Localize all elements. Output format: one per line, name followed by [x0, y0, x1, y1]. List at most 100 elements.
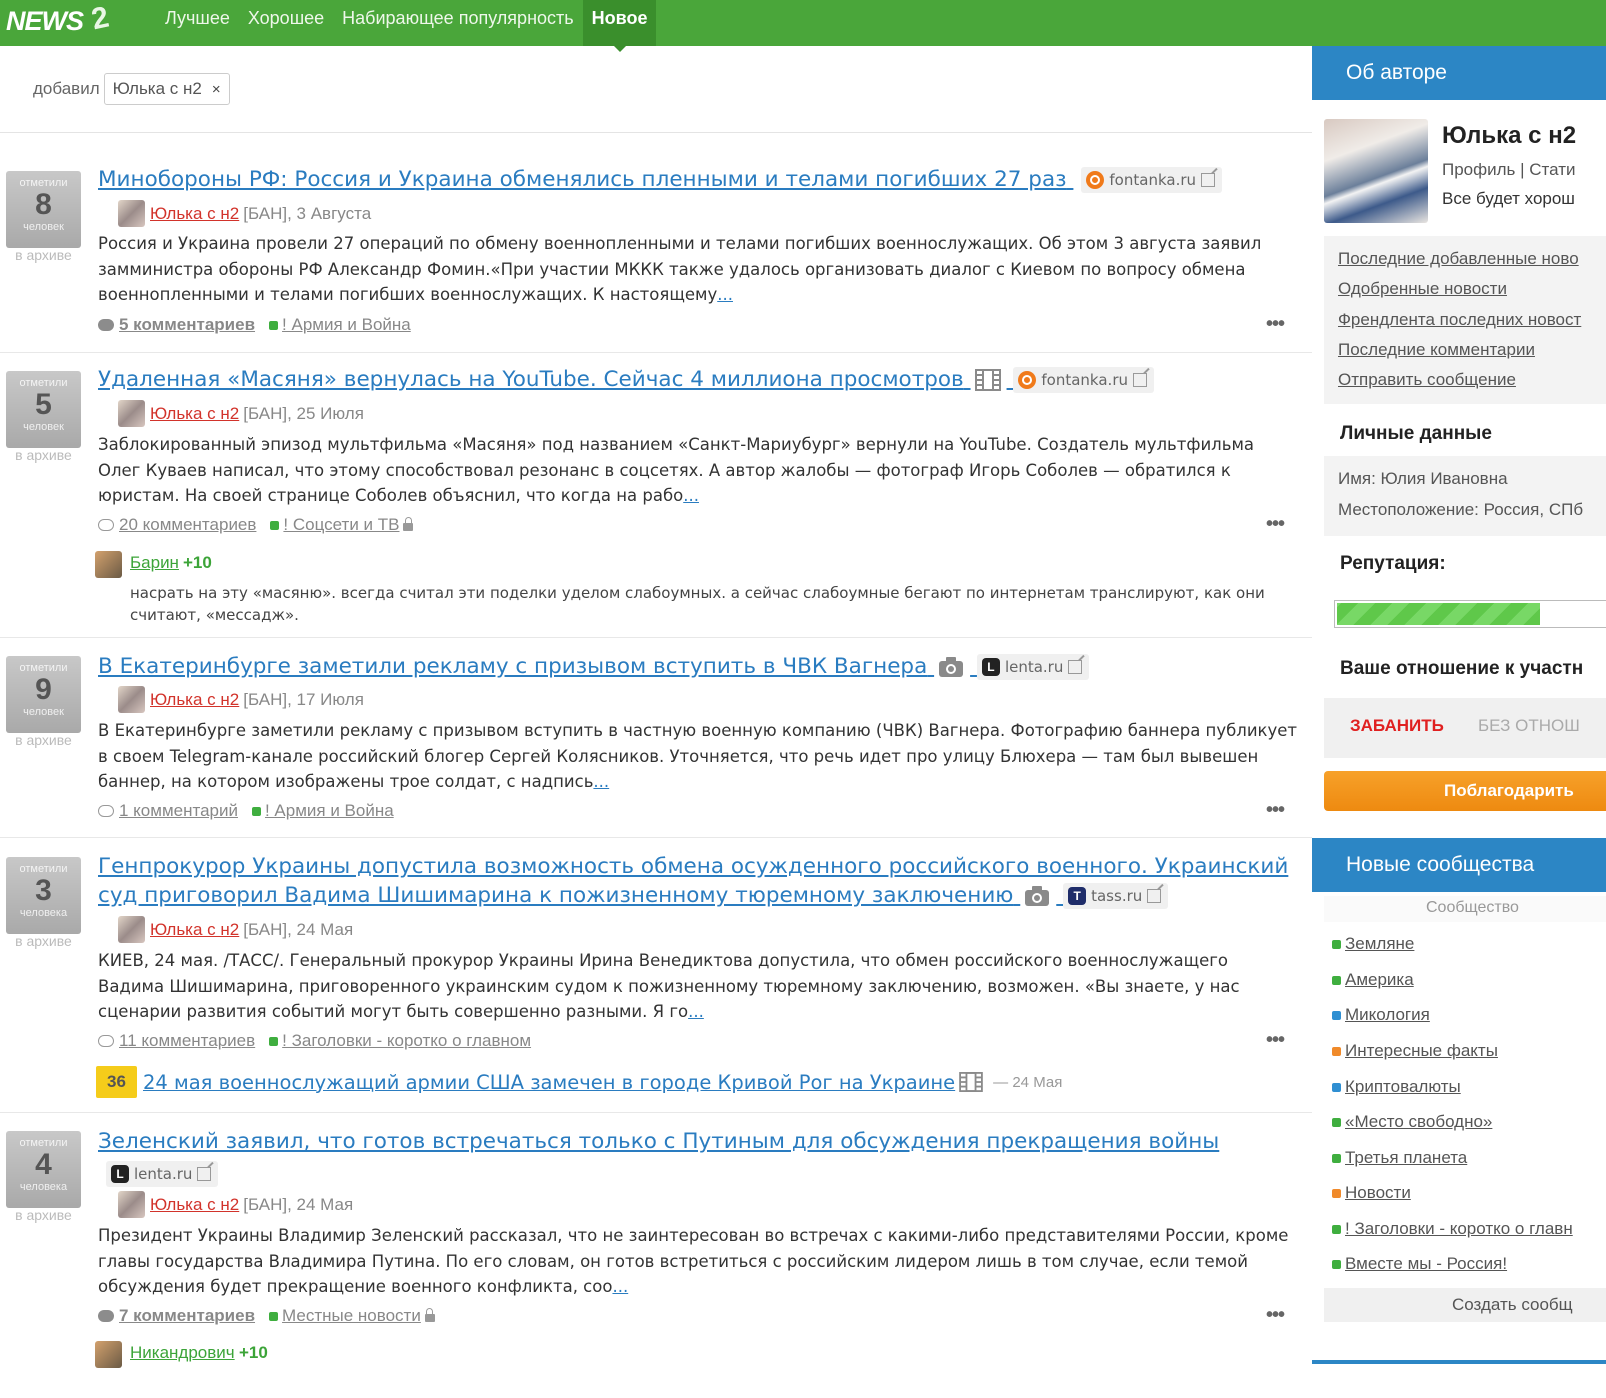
- vote-box[interactable]: отметили 9 человек: [6, 656, 81, 733]
- source-link[interactable]: L lenta.ru: [976, 654, 1090, 680]
- vote-box[interactable]: отметили 8 человек: [6, 171, 81, 248]
- news-title-link[interactable]: Минобороны РФ: Россия и Украина обменяли…: [98, 167, 1067, 192]
- archive-link[interactable]: в архиве: [6, 732, 81, 748]
- community-item[interactable]: ! Заголовки - коротко о главн: [1332, 1219, 1573, 1239]
- community-item[interactable]: Вместе мы - Россия!: [1332, 1254, 1507, 1274]
- avatar[interactable]: [95, 1341, 122, 1368]
- news-title-link[interactable]: Зеленский заявил, что готов встречаться …: [98, 1129, 1219, 1154]
- community-item[interactable]: Новости: [1332, 1183, 1411, 1203]
- read-more-link[interactable]: ...: [688, 1002, 704, 1021]
- vote-box[interactable]: отметили 5 человек: [6, 371, 81, 448]
- author-link[interactable]: Юлька с н2: [150, 690, 239, 710]
- avatar[interactable]: [118, 686, 145, 713]
- source-link[interactable]: T tass.ru: [1063, 883, 1169, 909]
- archive-link[interactable]: в архиве: [6, 933, 81, 949]
- category-link[interactable]: ! Заголовки - коротко о главном: [269, 1031, 531, 1051]
- news-item: отметили 8 человек в архиве Минобороны Р…: [0, 133, 1312, 353]
- archive-link[interactable]: в архиве: [6, 1207, 81, 1223]
- vote-label-bottom: человек: [23, 421, 64, 433]
- create-community-button[interactable]: Создать сообщ: [1324, 1288, 1606, 1322]
- related-news: 36 24 мая военнослужащий армии США замеч…: [96, 1066, 1062, 1098]
- vote-box[interactable]: отметили 3 человека: [6, 857, 81, 934]
- filter-chip[interactable]: Юлька с н2 ×: [103, 73, 230, 105]
- more-options-icon[interactable]: •••: [1266, 799, 1285, 822]
- nav-rising[interactable]: Набирающее популярность: [333, 0, 582, 46]
- news-title-link[interactable]: Удаленная «Масяня» вернулась на YouTube.…: [98, 367, 964, 392]
- community-item[interactable]: Микология: [1332, 1005, 1430, 1025]
- comment-score: +10: [239, 1343, 268, 1362]
- source-link[interactable]: fontanka.ru: [1013, 367, 1154, 393]
- category-link[interactable]: ! Соцсети и ТВ: [270, 515, 414, 535]
- comments-link[interactable]: 11 комментариев: [98, 1031, 255, 1051]
- community-item[interactable]: Америка: [1332, 970, 1414, 990]
- neutral-button[interactable]: БЕЗ ОТНОШ: [1478, 716, 1580, 736]
- community-item[interactable]: Третья планета: [1332, 1148, 1467, 1168]
- sidebar-link-latest-comments[interactable]: Последние комментарии: [1338, 340, 1535, 360]
- stats-link[interactable]: Стати: [1529, 160, 1575, 179]
- comments-link[interactable]: 7 комментариев: [98, 1306, 255, 1326]
- news-item: отметили 5 человек в архиве Удаленная «М…: [0, 353, 1312, 638]
- community-item[interactable]: Земляне: [1332, 934, 1414, 954]
- more-options-icon[interactable]: •••: [1266, 1304, 1285, 1327]
- avatar[interactable]: [118, 200, 145, 227]
- news-title-block: Удаленная «Масяня» вернулась на YouTube.…: [98, 365, 1288, 394]
- author-photo: [1324, 119, 1428, 223]
- profile-link[interactable]: Профиль: [1442, 160, 1515, 179]
- nav-good[interactable]: Хорошее: [239, 0, 333, 46]
- commenter-name[interactable]: Никандрович: [130, 1343, 235, 1363]
- vote-box[interactable]: отметили 4 человека: [6, 1131, 81, 1208]
- site-logo[interactable]: NEWS 2: [6, 1, 126, 42]
- archive-link[interactable]: в архиве: [6, 447, 81, 463]
- news-title-link[interactable]: В Екатеринбурге заметили рекламу с призы…: [98, 654, 927, 679]
- related-title-link[interactable]: 24 мая военнослужащий армии США замечен …: [143, 1071, 955, 1094]
- more-options-icon[interactable]: •••: [1266, 513, 1285, 536]
- reputation-bar: [1334, 600, 1606, 628]
- about-author-header: Об авторе: [1312, 46, 1606, 100]
- community-item[interactable]: Криптовалюты: [1332, 1077, 1461, 1097]
- author-link[interactable]: Юлька с н2: [150, 404, 239, 424]
- source-link[interactable]: L lenta.ru: [106, 1161, 219, 1187]
- community-item[interactable]: Интересные факты: [1332, 1041, 1498, 1061]
- source-link[interactable]: fontanka.ru: [1081, 167, 1223, 193]
- read-more-link[interactable]: ...: [612, 1277, 628, 1296]
- sidebar-link-approved-news[interactable]: Одобренные новости: [1338, 279, 1507, 299]
- comment-bubble-icon: [98, 519, 114, 531]
- comments-link[interactable]: 20 комментариев: [98, 515, 256, 535]
- commenter-name[interactable]: Барин: [130, 553, 179, 573]
- author-link[interactable]: Юлька с н2: [150, 920, 239, 940]
- sidebar-link-send-message[interactable]: Отправить сообщение: [1338, 370, 1516, 390]
- community-item[interactable]: «Место свободно»: [1332, 1112, 1492, 1132]
- nav-best[interactable]: Лучшее: [156, 0, 239, 46]
- source-label: lenta.ru: [1004, 657, 1064, 676]
- thank-button[interactable]: Поблагодарить: [1324, 771, 1606, 811]
- comments-link[interactable]: 5 комментариев: [98, 315, 255, 335]
- category-color-icon: [269, 1311, 279, 1321]
- comments-count: 11 комментариев: [119, 1031, 256, 1050]
- nav-new[interactable]: Новое: [582, 0, 657, 52]
- news-meta-text: [БАН], 17 Июля: [243, 689, 364, 709]
- read-more-link[interactable]: ...: [717, 285, 733, 304]
- avatar[interactable]: [118, 916, 145, 943]
- more-options-icon[interactable]: •••: [1266, 313, 1285, 336]
- author-link[interactable]: Юлька с н2: [150, 1195, 239, 1215]
- category-link[interactable]: Местные новости: [269, 1306, 435, 1326]
- category-link[interactable]: ! Армия и Война: [251, 801, 394, 821]
- community-color-icon: [1332, 1188, 1341, 1198]
- more-options-icon[interactable]: •••: [1266, 1029, 1285, 1052]
- sidebar-link-latest-news[interactable]: Последние добавленные ново: [1338, 249, 1579, 269]
- close-icon[interactable]: ×: [212, 81, 221, 98]
- ban-button[interactable]: ЗАБАНИТЬ: [1350, 716, 1444, 736]
- archive-link[interactable]: в архиве: [6, 247, 81, 263]
- personal-location: Местоположение: Россия, СПб: [1338, 500, 1584, 519]
- sidebar-link-friendfeed[interactable]: Френдлента последних новост: [1338, 310, 1581, 330]
- external-link-icon: [1133, 373, 1147, 387]
- comment-bubble-icon: [98, 319, 114, 331]
- avatar[interactable]: [95, 551, 122, 578]
- read-more-link[interactable]: ...: [683, 486, 699, 505]
- category-link[interactable]: ! Армия и Война: [269, 315, 411, 335]
- comments-link[interactable]: 1 комментарий: [98, 801, 238, 821]
- avatar[interactable]: [118, 1191, 145, 1218]
- author-link[interactable]: Юлька с н2: [150, 204, 239, 224]
- read-more-link[interactable]: ...: [593, 772, 609, 791]
- avatar[interactable]: [118, 400, 145, 427]
